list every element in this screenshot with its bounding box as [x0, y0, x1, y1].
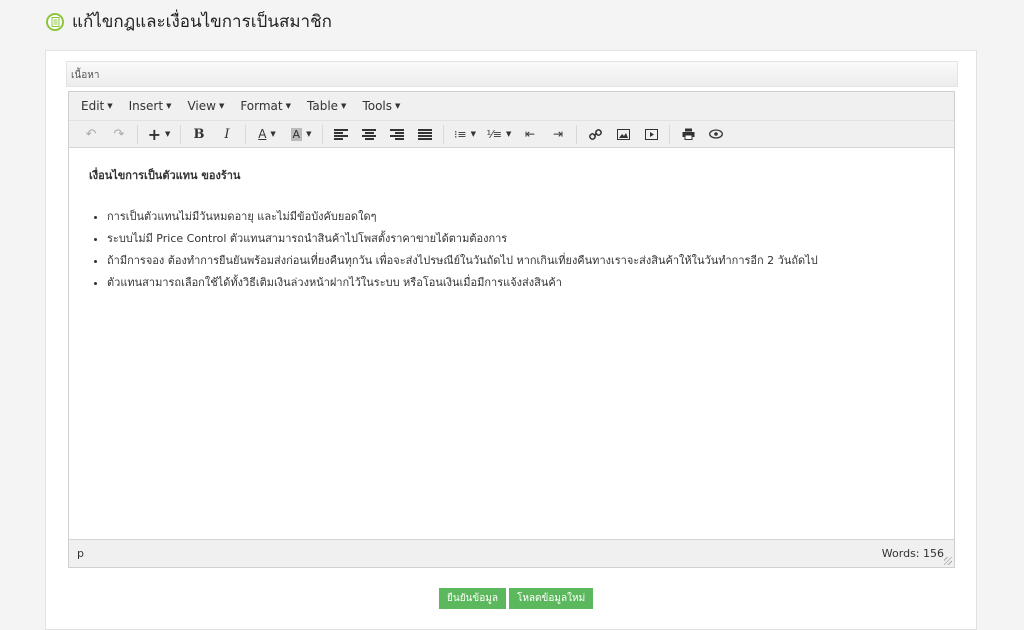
- rich-text-editor: Edit ▼ Insert ▼ View ▼ Format ▼ Table ▼ Tools…: [68, 91, 955, 568]
- outdent-icon[interactable]: ⇤: [516, 123, 544, 145]
- image-icon[interactable]: [609, 123, 637, 145]
- preview-eye-icon[interactable]: [702, 123, 730, 145]
- resize-handle-icon[interactable]: [944, 557, 952, 565]
- align-center-icon[interactable]: [355, 123, 383, 145]
- caret-down-icon: ▼: [395, 102, 401, 110]
- editor-menubar: Edit ▼ Insert ▼ View ▼ Format ▼ Table ▼ Tools…: [69, 92, 954, 121]
- text-color-icon[interactable]: A ▼: [250, 123, 284, 145]
- menu-edit[interactable]: Edit ▼: [73, 99, 121, 113]
- menu-view[interactable]: View ▼: [179, 99, 232, 113]
- menu-format[interactable]: Format ▼: [232, 99, 299, 113]
- numbered-list-icon[interactable]: ⅟≡ ▼: [482, 123, 516, 145]
- undo-icon[interactable]: ↶: [77, 123, 105, 145]
- page-title-row: แก้ไขกฎและเงื่อนไขการเป็นสมาชิก: [46, 8, 332, 35]
- caret-down-icon: ▼: [107, 102, 113, 110]
- form-card: เนื้อหา Edit ▼ Insert ▼ View ▼ Format ▼ Tabl…: [45, 50, 977, 630]
- content-heading: เงื่อนไขการเป็นตัวแทน ของร้าน: [89, 169, 241, 182]
- menu-insert[interactable]: Insert ▼: [121, 99, 180, 113]
- reload-button[interactable]: โหลดข้อมูลใหม่: [508, 588, 594, 609]
- element-path[interactable]: p: [77, 547, 84, 560]
- caret-down-icon: ▼: [166, 102, 172, 110]
- caret-down-icon: ▼: [218, 102, 225, 110]
- indent-icon[interactable]: ⇥: [544, 123, 572, 145]
- insert-plus-icon[interactable]: + ▼: [142, 123, 176, 145]
- section-header: เนื้อหา: [66, 61, 958, 87]
- menu-table[interactable]: Table ▼: [299, 99, 354, 113]
- list-item: ตัวแทนสามารถเลือกใช้ได้ทั้งวิธีเติมเงินล…: [107, 276, 934, 290]
- document-icon: [46, 12, 64, 31]
- menu-tools[interactable]: Tools ▼: [354, 99, 408, 113]
- background-color-icon[interactable]: A ▼: [284, 123, 318, 145]
- align-left-icon[interactable]: [327, 123, 355, 145]
- word-count: Words: 156: [881, 547, 944, 560]
- caret-down-icon: ▼: [285, 102, 292, 110]
- editor-toolbar: ↶ ↷ + ▼ B I A ▼ A ▼ ⁝≡ ▼ ⅟≡ ▼ ⇤ ⇥: [69, 121, 954, 148]
- print-icon[interactable]: [674, 123, 702, 145]
- caret-down-icon: ▼: [341, 102, 347, 110]
- editor-statusbar: p Words: 156: [69, 539, 954, 567]
- list-item: การเป็นตัวแทนไม่มีวันหมดอายุ และไม่มีข้อ…: [107, 210, 934, 224]
- redo-icon[interactable]: ↷: [105, 123, 133, 145]
- confirm-button[interactable]: ยืนยันข้อมูล: [439, 588, 506, 609]
- content-list: การเป็นตัวแทนไม่มีวันหมดอายุ และไม่มีข้อ…: [89, 210, 934, 290]
- editor-content[interactable]: เงื่อนไขการเป็นตัวแทน ของร้าน การเป็นตัว…: [69, 148, 954, 538]
- italic-icon[interactable]: I: [213, 123, 241, 145]
- list-item: ระบบไม่มี Price Control ตัวแทนสามารถนำสิ…: [107, 232, 934, 246]
- align-justify-icon[interactable]: [411, 123, 439, 145]
- page-title: แก้ไขกฎและเงื่อนไขการเป็นสมาชิก: [72, 12, 332, 32]
- list-item: ถ้ามีการจอง ต้องทำการยืนยันพร้อมส่งก่อนเ…: [107, 254, 934, 268]
- align-right-icon[interactable]: [383, 123, 411, 145]
- bullet-list-icon[interactable]: ⁝≡ ▼: [448, 123, 482, 145]
- form-actions: ยืนยันข้อมูล โหลดข้อมูลใหม่: [439, 588, 594, 609]
- link-icon[interactable]: [581, 123, 609, 145]
- bold-icon[interactable]: B: [185, 123, 213, 145]
- media-icon[interactable]: [637, 123, 665, 145]
